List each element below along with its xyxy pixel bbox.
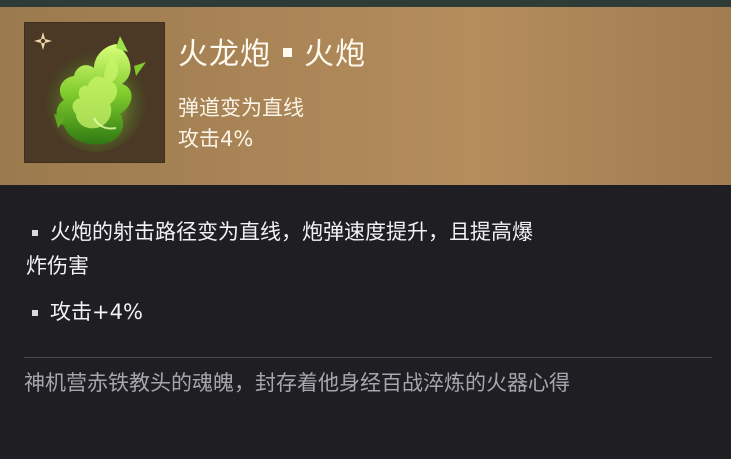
top-edge-strip [0,0,731,7]
effect-text-1: 火炮的射击路径变为直线，炮弹速度提升，且提高爆 [50,220,533,244]
effect-text-2: 攻击+4% [50,300,143,324]
item-subtitle-stat: 攻击4% [178,127,254,151]
bullet-dot [32,230,38,236]
item-icon-frame [24,22,165,163]
item-type: 火炮 [304,37,366,72]
item-lore-text: 神机营赤铁教头的魂魄，封存着他身经百战淬炼的火器心得 [24,371,570,395]
item-tooltip-card: 火龙炮 火炮 弹道变为直线 攻击4% 火炮的射击路径变为直线，炮弹速度提升，且提高… [0,0,731,459]
section-divider [24,357,712,358]
effect-bullet-2: 攻击+4% [26,295,706,329]
item-description-panel: 火炮的射击路径变为直线，炮弹速度提升，且提高爆 炸伤害 攻击+4% 神机营赤铁教… [0,185,731,459]
title-separator [283,48,292,57]
sparkle-icon [34,32,52,50]
item-name: 火龙炮 [178,37,271,72]
item-header: 火龙炮 火炮 弹道变为直线 攻击4% [0,7,731,185]
item-subtitle-effect: 弹道变为直线 [178,96,304,120]
item-title: 火龙炮 火炮 [178,29,366,73]
bullet-dot [32,310,38,316]
effect-bullet-1: 火炮的射击路径变为直线，炮弹速度提升，且提高爆 [26,215,706,249]
effect-text-1-continued: 炸伤害 [26,254,89,278]
